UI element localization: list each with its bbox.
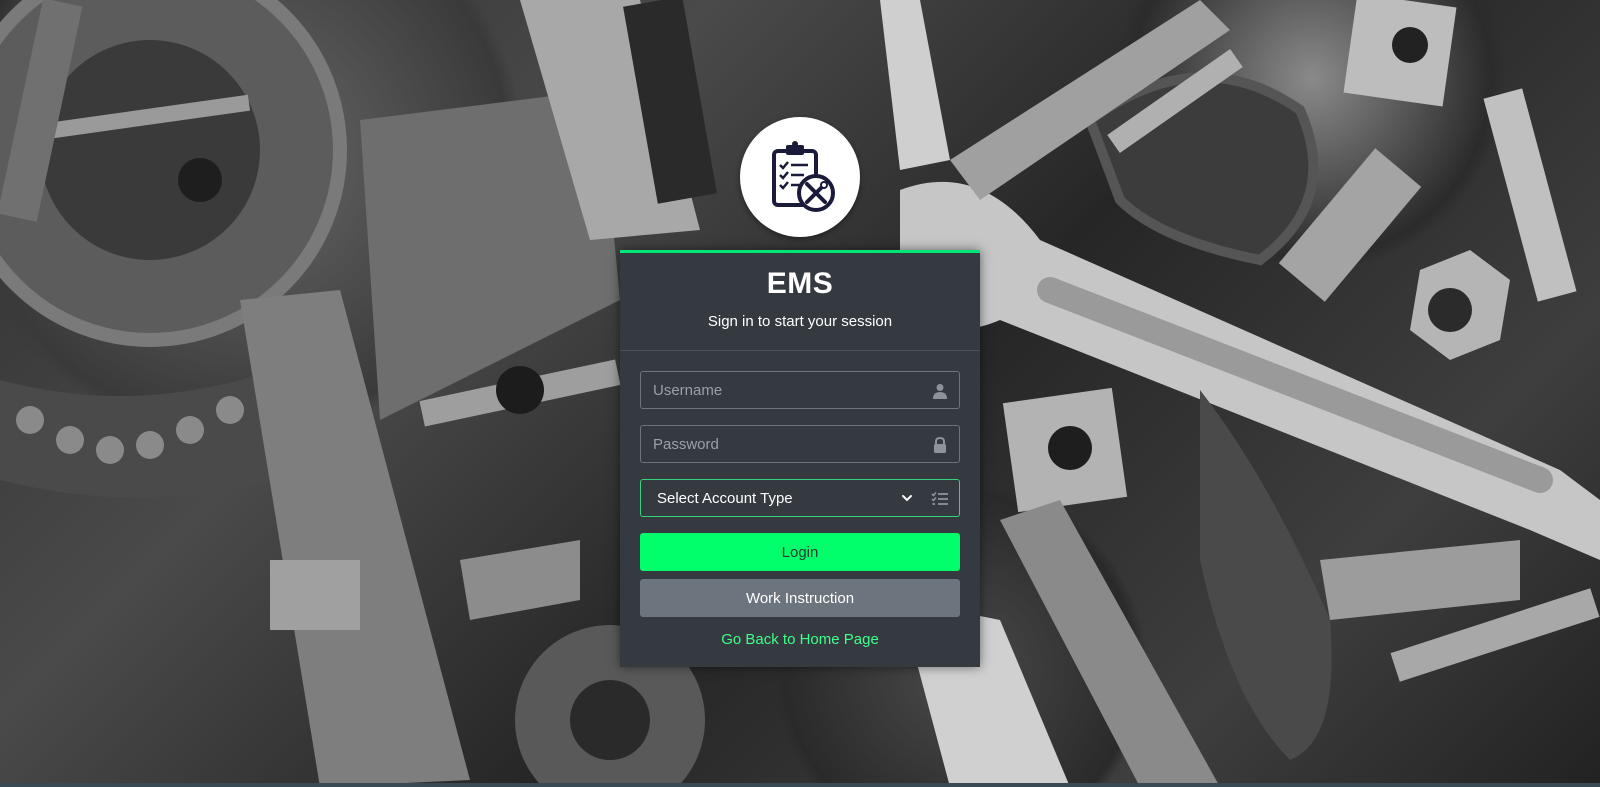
login-subtitle: Sign in to start your session (707, 313, 893, 330)
username-input[interactable] (641, 372, 959, 408)
home-page-link[interactable]: Go Back to Home Page (640, 631, 960, 648)
login-card-header: EMS Sign in to start your session (620, 253, 980, 351)
login-card: EMS Sign in to start your session Userna… (620, 250, 980, 667)
account-type-group: Select Account Type (640, 479, 960, 517)
app-title: EMS (766, 267, 834, 300)
work-instruction-button[interactable]: Work Instruction (640, 579, 960, 617)
username-group (640, 371, 960, 409)
login-form: Select Account Type Login Work Instructi… (620, 351, 980, 648)
login-button[interactable]: Login (640, 533, 960, 571)
app-logo (740, 117, 860, 237)
bottom-strip (0, 783, 1600, 787)
password-input[interactable] (641, 426, 959, 462)
lock-icon (931, 436, 949, 454)
list-check-icon (931, 490, 949, 508)
user-icon (931, 382, 949, 400)
account-type-select[interactable]: Select Account Type (641, 480, 931, 516)
clipboard-tools-icon (772, 141, 835, 212)
password-group (640, 425, 960, 463)
chevron-down-icon (900, 491, 914, 505)
